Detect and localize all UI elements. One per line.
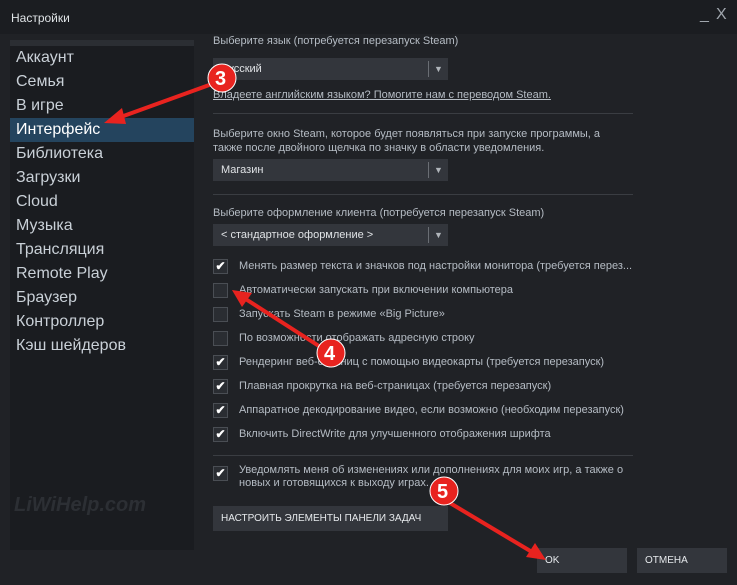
annotation-arrow-5 [443, 498, 546, 560]
step-5-label: 5 [437, 481, 448, 503]
annotation-arrow-4 [232, 290, 324, 350]
annotation-badge-5: 5 [429, 476, 459, 506]
annotation-arrow-3 [104, 82, 213, 124]
annotations: 3 4 5 [104, 63, 546, 560]
annotation-badge-3: 3 [207, 63, 237, 93]
step-4-label: 4 [324, 343, 336, 365]
step-3-label: 3 [215, 68, 226, 90]
annotation-badge-4: 4 [316, 338, 346, 368]
